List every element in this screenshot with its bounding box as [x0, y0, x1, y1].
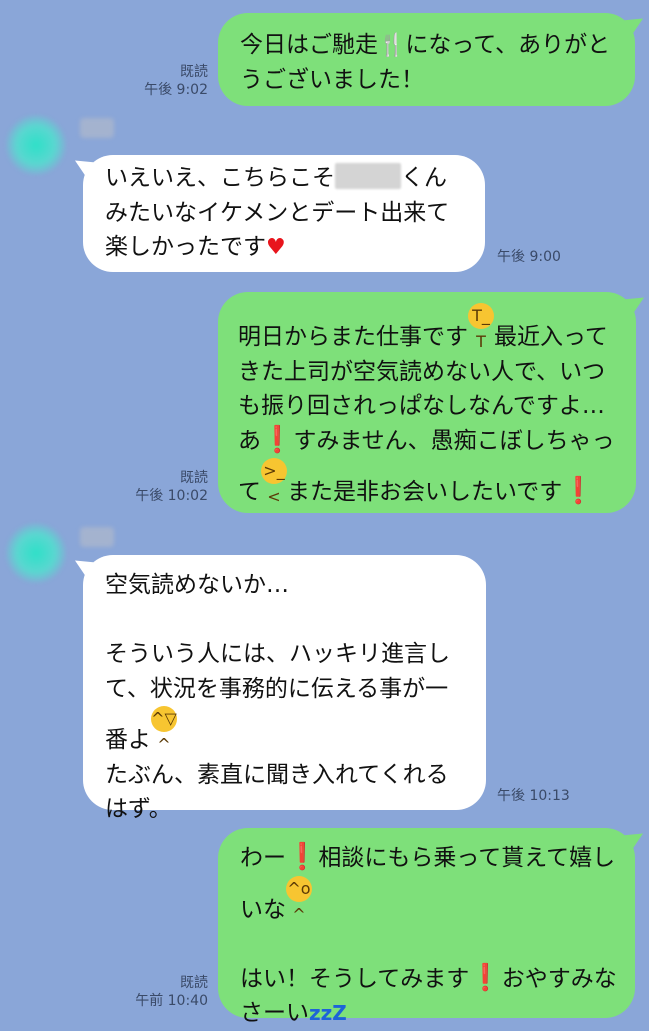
outgoing-message-bubble[interactable]: 明日からまた仕事ですT_T 最近入ってきた上司が空気読めない人で、いつも振り回され… [218, 292, 636, 513]
message-time: 午後 9:00 [497, 249, 561, 265]
exclamation-icon: ❗ [261, 424, 294, 455]
fork-knife-icon: 🍴 [378, 33, 406, 58]
exclamation-icon: ❗ [562, 476, 595, 506]
avatar[interactable] [6, 115, 66, 175]
message-meta: 午後 10:13 [497, 787, 570, 805]
incoming-message-bubble[interactable]: 空気読めないか… そういう人には、ハッキリ進言して、状況を事務的に伝える事が一番… [83, 555, 486, 822]
message-meta: 既読 午後 10:02 [115, 469, 208, 505]
message-text: はい！そうしてみます [240, 965, 470, 992]
grinning-face-icon: ^▽^ [151, 706, 177, 754]
sender-name [80, 118, 114, 138]
read-receipt: 既読 [180, 64, 208, 80]
message-text: たぶん、素直に聞き入れてくれるはず。 [105, 761, 449, 823]
message-time: 午後 10:13 [497, 788, 570, 804]
message-text: いえいえ、こちらこそ [105, 165, 335, 191]
avatar[interactable] [6, 523, 66, 583]
message-meta: 既読 午後 9:02 [118, 63, 208, 99]
laughing-face-icon: ^o^ [286, 875, 312, 924]
sleeping-zzz-icon: zzZ [309, 1001, 347, 1025]
message-time: 午後 9:02 [144, 82, 208, 98]
message-text: 今日はご馳走 [240, 32, 378, 58]
message-text: 明日からまた仕事です [238, 324, 468, 350]
incoming-message-bubble[interactable]: いえいえ、こちらこそ くんみたいなイケメンとデート出来て楽しかったです♥ [83, 155, 485, 272]
sender-name [80, 527, 114, 547]
message-time: 午後 10:02 [135, 488, 208, 504]
message-text: また是非お会いしたいです [287, 479, 563, 505]
message-text: わー [240, 845, 286, 871]
heart-icon: ♥ [266, 235, 286, 260]
message-time: 午前 10:40 [135, 993, 208, 1009]
chat-view: 既読 午後 9:02 今日はご馳走🍴になって、ありがとうございました！ いえいえ… [0, 0, 649, 1026]
disappointed-face-icon: >_< [261, 458, 287, 506]
message-meta: 既読 午前 10:40 [115, 974, 208, 1010]
name-redaction [335, 163, 401, 189]
exclamation-icon: ❗ [469, 962, 502, 993]
exclamation-icon: ❗ [286, 842, 319, 872]
crying-face-icon: T_T [468, 303, 494, 351]
outgoing-message-bubble[interactable]: 今日はご馳走🍴になって、ありがとうございました！ [218, 13, 635, 106]
message-meta: 午後 9:00 [497, 248, 561, 266]
read-receipt: 既読 [180, 470, 208, 486]
read-receipt: 既読 [180, 975, 208, 991]
outgoing-message-bubble[interactable]: わー❗相談にもら乗って貰えて嬉しいな^o^ はい！そうしてみます❗おやすみなさー… [218, 828, 635, 1026]
